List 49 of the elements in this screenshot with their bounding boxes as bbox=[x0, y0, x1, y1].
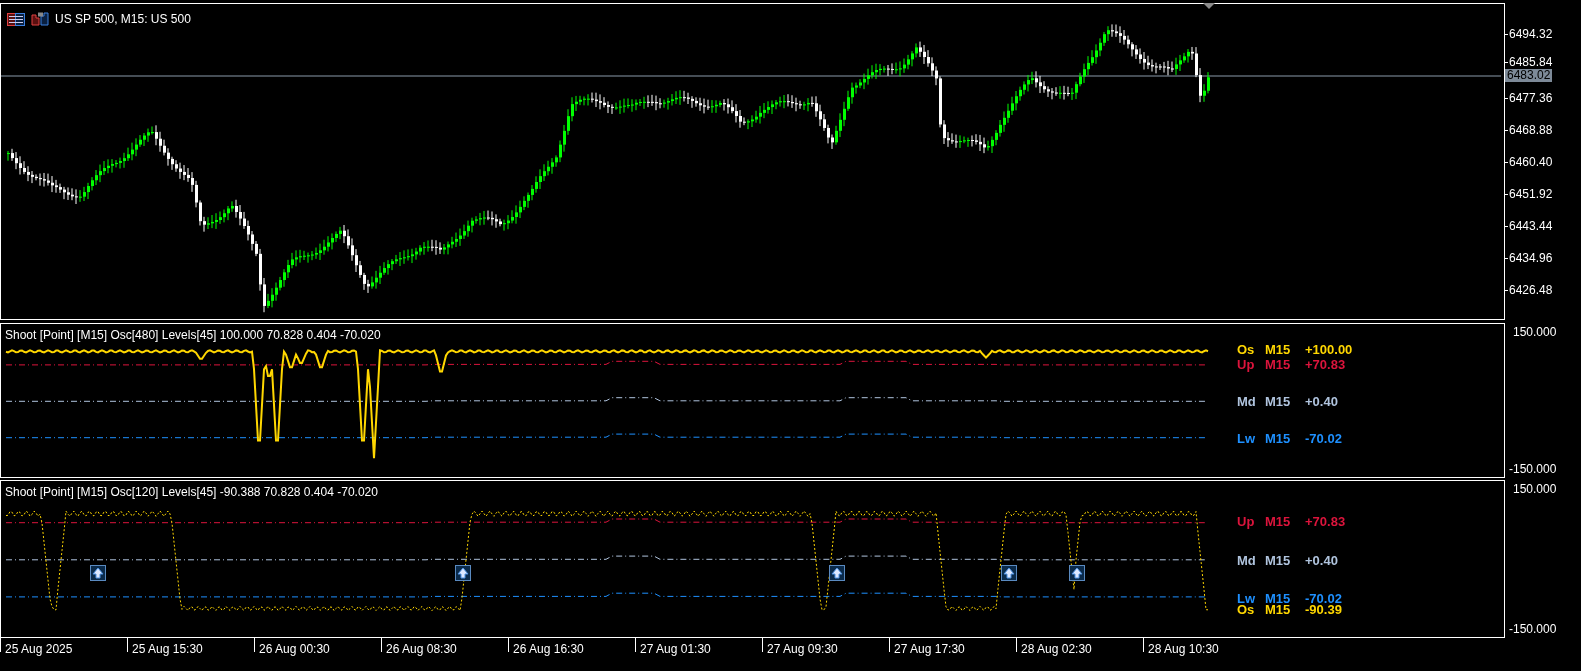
legend-value: +70.83 bbox=[1305, 515, 1346, 528]
indicator-title: Shoot [Point] [M15] Osc[480] Levels[45] 100.000 70.828 0.404 -70.020 bbox=[5, 327, 381, 344]
legend-name: Lw bbox=[1237, 432, 1257, 445]
legend-timeframe: M15 bbox=[1265, 395, 1292, 408]
axis-label: -150.000 bbox=[1509, 461, 1557, 478]
price-label: 6460.40 bbox=[1505, 156, 1553, 168]
legend-name: Os bbox=[1237, 343, 1256, 356]
current-price-label: 6483.02 bbox=[1505, 69, 1553, 82]
indicator-title: Shoot [Point] [M15] Osc[120] Levels[45] -90.388 70.828 0.404 -70.020 bbox=[5, 484, 378, 501]
legend-value: -70.02 bbox=[1305, 592, 1342, 605]
chart-title: US SP 500, M15: US 500 bbox=[55, 11, 191, 28]
legend-name: Os bbox=[1237, 603, 1256, 616]
price-label: 6494.32 bbox=[1505, 28, 1553, 40]
legend-timeframe: M15 bbox=[1265, 358, 1292, 371]
price-label: 6485.84 bbox=[1505, 56, 1553, 68]
price-label: 6426.48 bbox=[1505, 284, 1553, 296]
arrow-icon bbox=[90, 565, 106, 581]
legend-value: -90.39 bbox=[1305, 603, 1342, 616]
arrow-icon bbox=[1001, 565, 1017, 581]
list-icon bbox=[7, 12, 25, 26]
price-label: 6468.88 bbox=[1505, 124, 1553, 136]
legend-timeframe: M15 bbox=[1265, 515, 1292, 528]
legend-value: +70.83 bbox=[1305, 358, 1346, 371]
legend-timeframe: M15 bbox=[1265, 592, 1292, 605]
legend-value: +0.40 bbox=[1305, 554, 1338, 567]
axis-label: -150.000 bbox=[1509, 621, 1557, 638]
legend-name: Lw bbox=[1237, 592, 1257, 605]
legend-value: -70.02 bbox=[1305, 432, 1342, 445]
axis-label: 150.000 bbox=[1513, 324, 1557, 341]
legend-timeframe: M15 bbox=[1265, 554, 1292, 567]
legend-value: +0.40 bbox=[1305, 395, 1338, 408]
price-label: 6443.44 bbox=[1505, 220, 1553, 232]
price-label: 6451.92 bbox=[1505, 188, 1553, 200]
legend-value: +100.00 bbox=[1305, 343, 1353, 356]
chart-icon bbox=[31, 12, 49, 26]
legend-name: Up bbox=[1237, 358, 1256, 371]
legend-name: Md bbox=[1237, 554, 1257, 567]
legend-name: Up bbox=[1237, 515, 1256, 528]
legend-timeframe: M15 bbox=[1265, 432, 1292, 445]
arrow-icon bbox=[829, 565, 845, 581]
price-label: 6477.36 bbox=[1505, 92, 1553, 104]
arrow-icon bbox=[1069, 565, 1085, 581]
shift-marker-icon bbox=[1203, 3, 1215, 10]
arrow-icon bbox=[455, 565, 471, 581]
legend-name: Md bbox=[1237, 395, 1257, 408]
price-label: 6434.96 bbox=[1505, 252, 1553, 264]
legend-timeframe: M15 bbox=[1265, 343, 1292, 356]
axis-label: 150.000 bbox=[1513, 481, 1557, 498]
legend-timeframe: M15 bbox=[1265, 603, 1292, 616]
